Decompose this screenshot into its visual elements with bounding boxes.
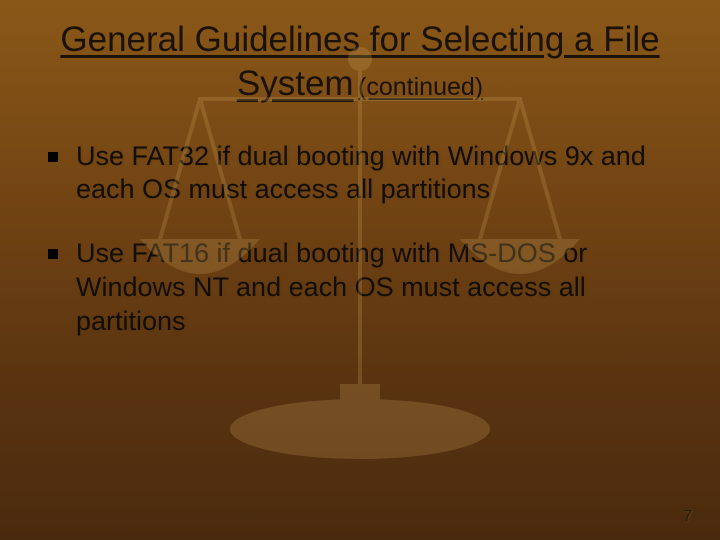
title-continued: (continued): [358, 73, 483, 101]
bullet-text: Use FAT32 if dual booting with Windows 9…: [76, 140, 672, 208]
page-number: 7: [683, 508, 692, 526]
slide-title: General Guidelines for Selecting a File …: [0, 0, 720, 112]
list-item: Use FAT16 if dual booting with MS-DOS or…: [48, 237, 672, 338]
slide-body: Use FAT32 if dual booting with Windows 9…: [0, 112, 720, 339]
list-item: Use FAT32 if dual booting with Windows 9…: [48, 140, 672, 208]
square-bullet-icon: [48, 152, 58, 162]
square-bullet-icon: [48, 249, 58, 259]
bullet-text: Use FAT16 if dual booting with MS-DOS or…: [76, 237, 672, 338]
